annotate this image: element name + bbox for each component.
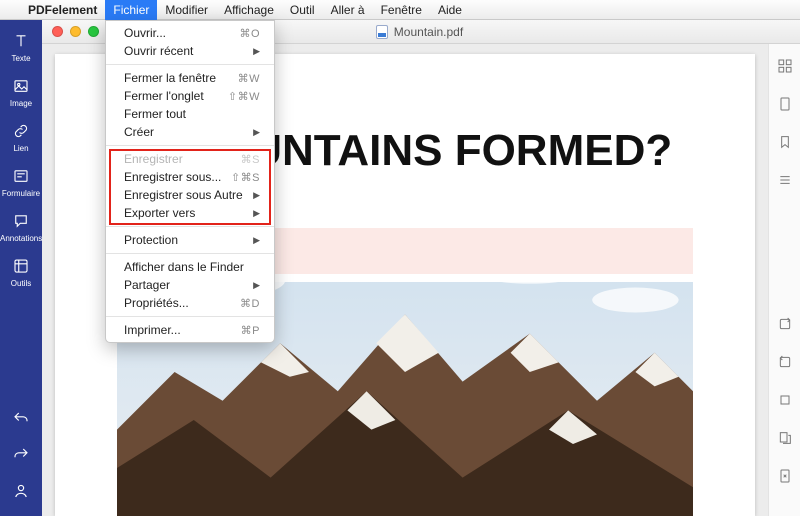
- sidebar-form[interactable]: Formulaire: [0, 161, 42, 206]
- menu-item-label: Ouvrir récent: [124, 44, 253, 58]
- menu-item-label: Exporter vers: [124, 206, 253, 220]
- minimize-window-button[interactable]: [70, 26, 81, 37]
- sidebar-image[interactable]: Image: [0, 71, 42, 116]
- pdf-file-icon: [376, 25, 388, 39]
- menu-item-exporter-vers[interactable]: Exporter vers▶: [106, 204, 274, 222]
- menu-item-imprimer[interactable]: Imprimer...⌘P: [106, 321, 274, 339]
- menu-item-shortcut: ⌘S: [241, 153, 260, 166]
- left-sidebar: TexteImageLienFormulaireAnnotationsOutil…: [0, 20, 42, 516]
- rotate-left-icon[interactable]: [777, 354, 793, 370]
- menu-item-label: Créer: [124, 125, 253, 139]
- menu-item-label: Protection: [124, 233, 253, 247]
- submenu-chevron-icon: ▶: [253, 280, 260, 291]
- menu-item-label: Enregistrer sous Autre: [124, 188, 253, 202]
- menu-item-ouvrir[interactable]: Ouvrir...⌘O: [106, 24, 274, 42]
- extract-icon[interactable]: [777, 430, 793, 446]
- sidebar-link[interactable]: Lien: [0, 116, 42, 161]
- menu-fenêtre[interactable]: Fenêtre: [373, 0, 430, 20]
- submenu-chevron-icon: ▶: [253, 46, 260, 57]
- menu-item-protection[interactable]: Protection▶: [106, 231, 274, 249]
- bookmark-icon[interactable]: [777, 134, 793, 150]
- menu-item-label: Enregistrer: [124, 152, 241, 166]
- sidebar-annot[interactable]: Annotations: [0, 206, 42, 251]
- close-window-button[interactable]: [52, 26, 63, 37]
- user-icon[interactable]: [0, 474, 42, 510]
- menu-item-enregistrer-sous[interactable]: Enregistrer sous...⇧⌘S: [106, 168, 274, 186]
- document-name: Mountain.pdf: [394, 25, 463, 39]
- menu-item-label: Enregistrer sous...: [124, 170, 231, 184]
- menu-item-label: Afficher dans le Finder: [124, 260, 260, 274]
- submenu-chevron-icon: ▶: [253, 235, 260, 246]
- menu-item-enregistrer-sous-autre[interactable]: Enregistrer sous Autre▶: [106, 186, 274, 204]
- app-name[interactable]: PDFelement: [20, 3, 105, 17]
- page-icon[interactable]: [777, 96, 793, 112]
- menu-item-shortcut: ⌘P: [241, 324, 260, 337]
- menu-aide[interactable]: Aide: [430, 0, 470, 20]
- menu-modifier[interactable]: Modifier: [157, 0, 216, 20]
- menu-item-label: Ouvrir...: [124, 26, 239, 40]
- zoom-window-button[interactable]: [88, 26, 99, 37]
- submenu-chevron-icon: ▶: [253, 127, 260, 138]
- thumbnails-icon[interactable]: [777, 58, 793, 74]
- crop-icon[interactable]: [777, 392, 793, 408]
- redo-button[interactable]: [0, 438, 42, 474]
- submenu-chevron-icon: ▶: [253, 208, 260, 219]
- traffic-lights: [42, 26, 99, 37]
- menu-item-cr-er[interactable]: Créer▶: [106, 123, 274, 141]
- menu-outil[interactable]: Outil: [282, 0, 323, 20]
- menu-item-propri-t-s[interactable]: Propriétés...⌘D: [106, 294, 274, 312]
- menu-item-fermer-l-onglet[interactable]: Fermer l'onglet⇧⌘W: [106, 87, 274, 105]
- list-icon[interactable]: [777, 172, 793, 188]
- submenu-chevron-icon: ▶: [253, 190, 260, 201]
- menu-item-enregistrer: Enregistrer⌘S: [106, 150, 274, 168]
- menu-item-shortcut: ⇧⌘S: [231, 171, 260, 184]
- menu-item-shortcut: ⇧⌘W: [228, 90, 260, 103]
- menu-item-shortcut: ⌘W: [238, 72, 260, 85]
- menu-fichier[interactable]: Fichier: [105, 0, 157, 20]
- system-menubar: PDFelement FichierModifierAffichageOutil…: [0, 0, 800, 20]
- menu-aller-à[interactable]: Aller à: [323, 0, 373, 20]
- menu-item-ouvrir-r-cent[interactable]: Ouvrir récent▶: [106, 42, 274, 60]
- menu-item-label: Fermer l'onglet: [124, 89, 228, 103]
- menu-affichage[interactable]: Affichage: [216, 0, 282, 20]
- menu-item-fermer-la-fen-tre[interactable]: Fermer la fenêtre⌘W: [106, 69, 274, 87]
- rotate-right-icon[interactable]: [777, 316, 793, 332]
- menu-item-label: Fermer la fenêtre: [124, 71, 238, 85]
- menu-item-label: Partager: [124, 278, 253, 292]
- menu-item-label: Imprimer...: [124, 323, 241, 337]
- menu-item-fermer-tout[interactable]: Fermer tout: [106, 105, 274, 123]
- menu-item-shortcut: ⌘O: [239, 27, 260, 40]
- fichier-menu-dropdown: Ouvrir...⌘OOuvrir récent▶Fermer la fenêt…: [105, 20, 275, 343]
- menu-item-afficher-dans-le-finder[interactable]: Afficher dans le Finder: [106, 258, 274, 276]
- delete-page-icon[interactable]: [777, 468, 793, 484]
- right-panel: [768, 44, 800, 516]
- sidebar-tools[interactable]: Outils: [0, 251, 42, 296]
- undo-button[interactable]: [0, 402, 42, 438]
- menu-item-label: Fermer tout: [124, 107, 260, 121]
- sidebar-text[interactable]: Texte: [0, 26, 42, 71]
- menu-item-shortcut: ⌘D: [240, 297, 260, 310]
- menu-item-label: Propriétés...: [124, 296, 240, 310]
- menu-item-partager[interactable]: Partager▶: [106, 276, 274, 294]
